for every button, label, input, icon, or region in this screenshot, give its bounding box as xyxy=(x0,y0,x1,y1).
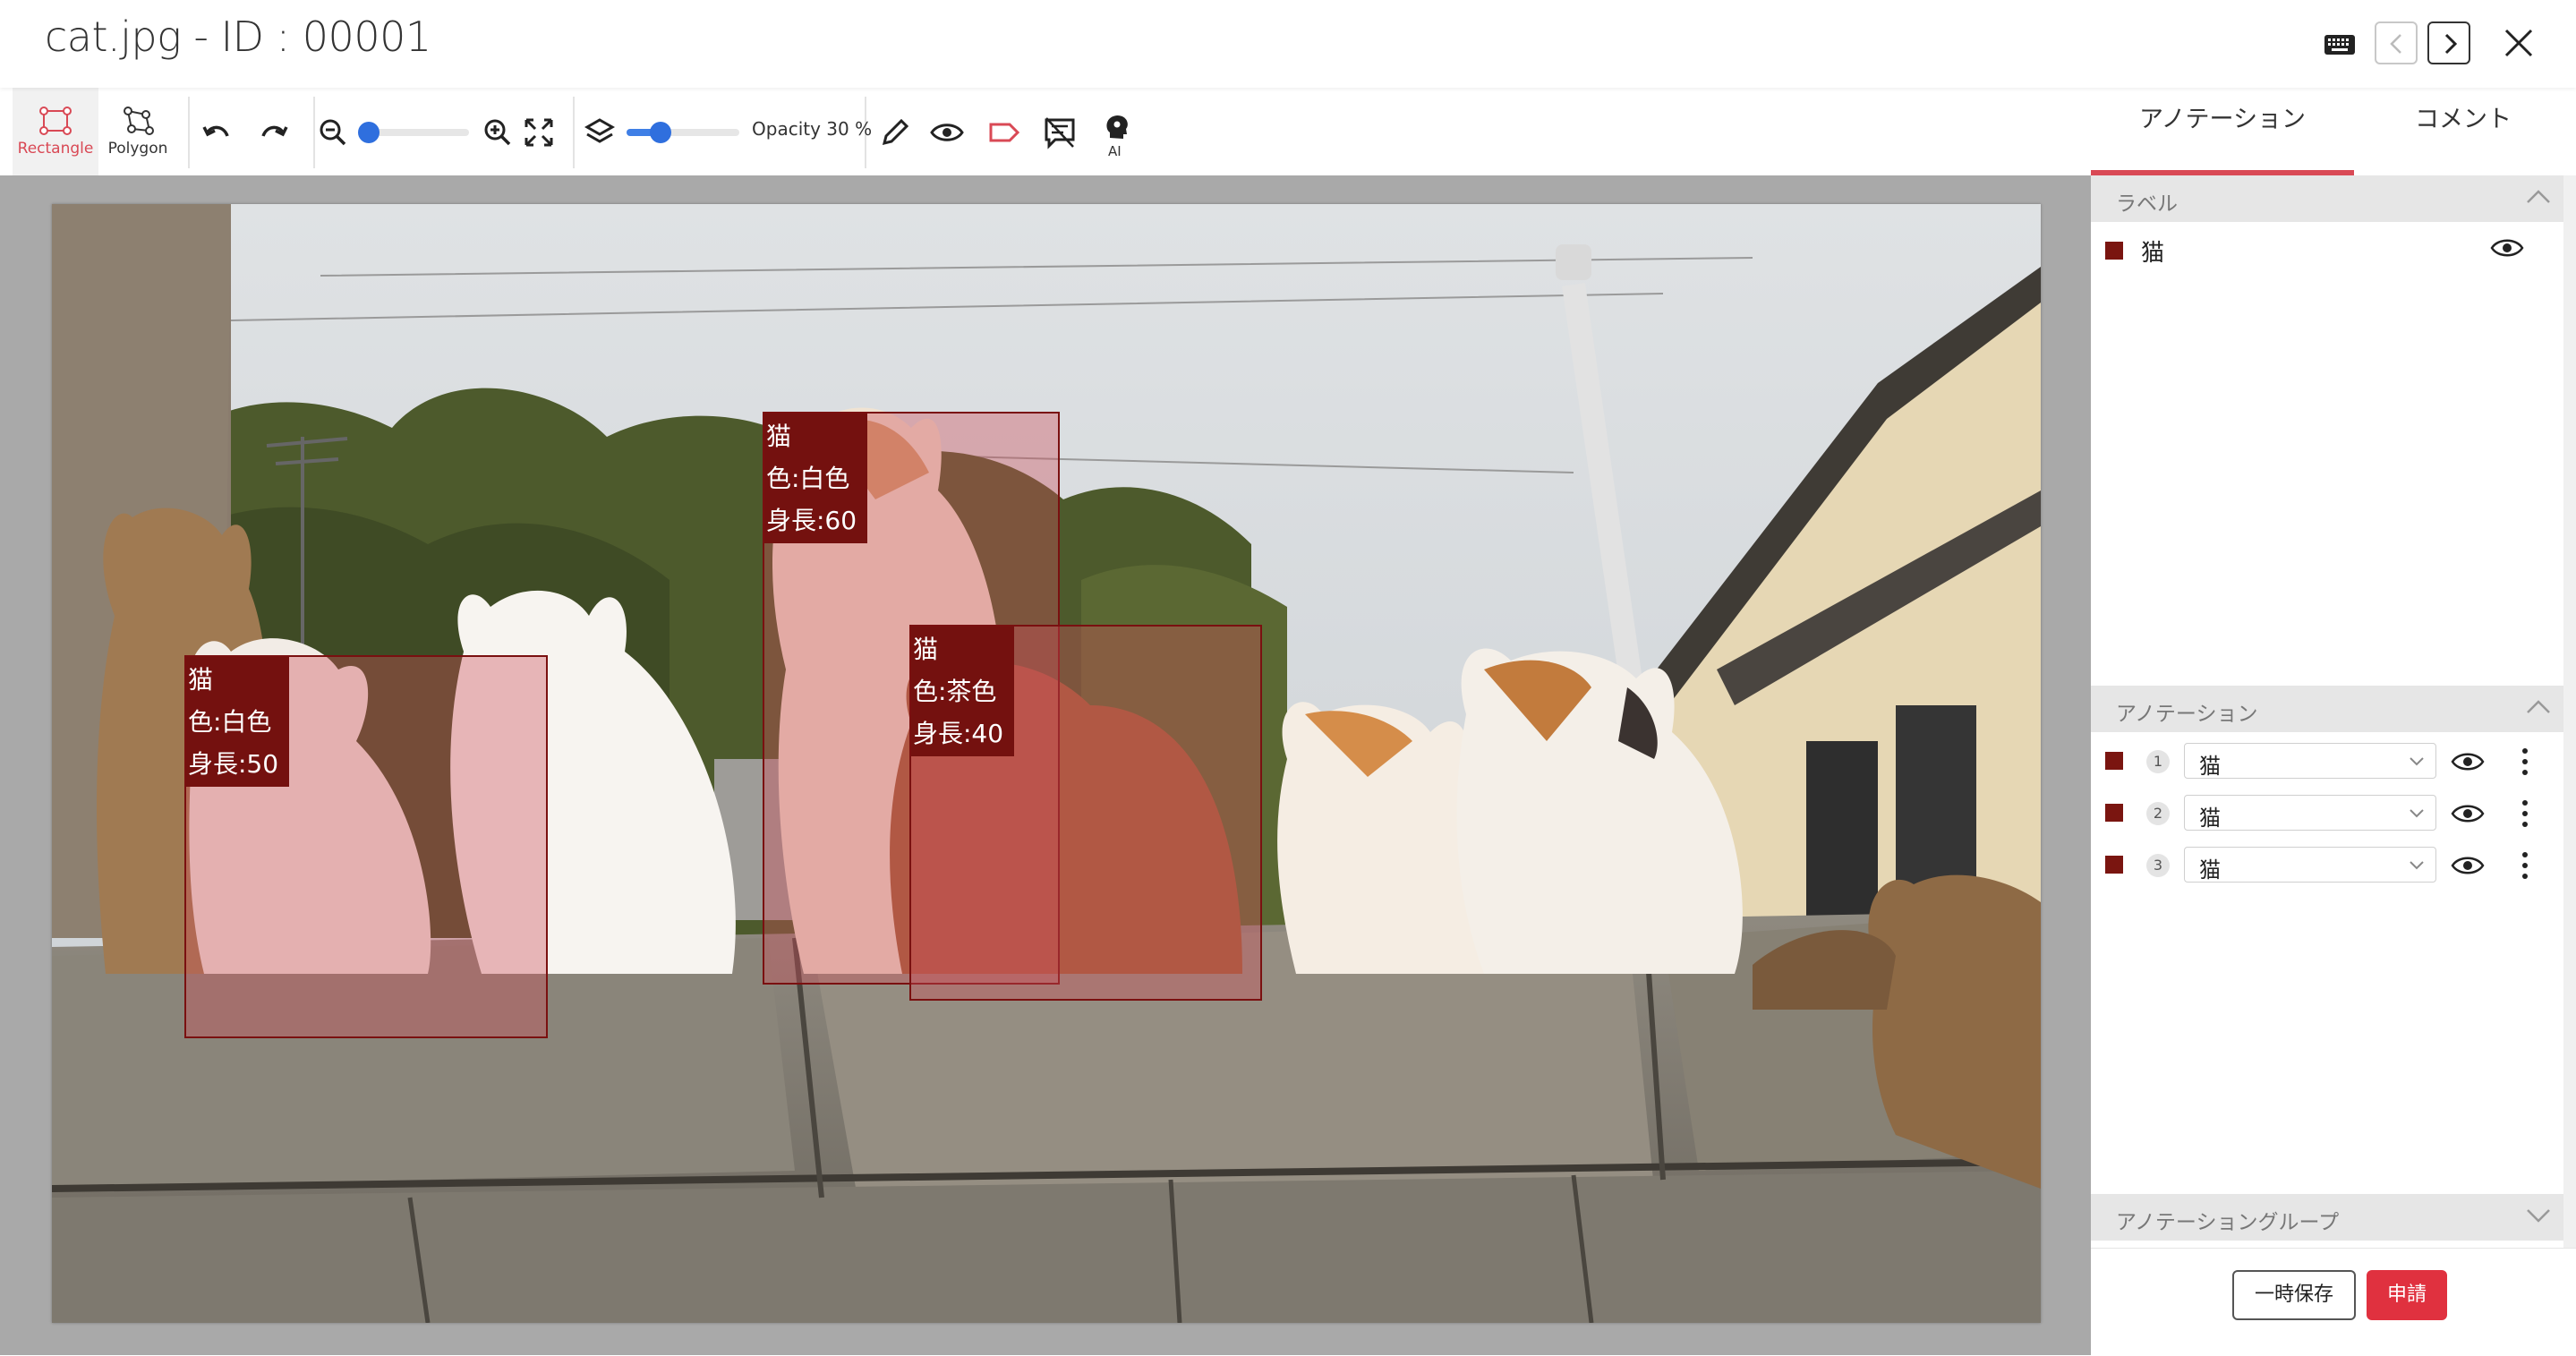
annotation-visibility-eye-icon[interactable] xyxy=(2451,750,2485,773)
annotation-label-select[interactable]: 猫 xyxy=(2184,847,2436,883)
opacity-label: Opacity 30 % xyxy=(752,118,873,140)
annotation-label-select[interactable]: 猫 xyxy=(2184,795,2436,831)
opacity-slider-knob[interactable] xyxy=(649,122,671,143)
tab-comment[interactable]: コメント xyxy=(2354,88,2572,175)
annotation-color-attr: 色:白色 xyxy=(188,707,272,737)
redo-icon[interactable] xyxy=(256,115,292,150)
fit-screen-icon[interactable] xyxy=(521,115,557,150)
more-options-icon[interactable] xyxy=(2521,746,2529,777)
label-tag-icon[interactable] xyxy=(986,115,1022,150)
zoom-slider[interactable] xyxy=(358,122,469,143)
annotation-height-attr: 身長:60 xyxy=(766,506,857,535)
annotation-label-select[interactable]: 猫 xyxy=(2184,743,2436,779)
save-draft-button[interactable]: 一時保存 xyxy=(2232,1270,2356,1320)
close-icon[interactable] xyxy=(2503,27,2535,59)
polygon-tool-label: Polygon xyxy=(107,140,168,158)
keyboard-icon[interactable] xyxy=(2324,34,2356,55)
labels-section-header[interactable]: ラベル xyxy=(2091,175,2563,222)
annotation-visibility-eye-icon[interactable] xyxy=(2451,802,2485,825)
panel-footer: 一時保存 申請 xyxy=(2091,1248,2576,1356)
chevron-right-icon xyxy=(2444,33,2458,55)
annotation-number-badge: 1 xyxy=(2146,750,2170,773)
opacity-slider[interactable] xyxy=(627,122,739,143)
zoom-in-icon[interactable] xyxy=(480,115,516,150)
toolbar-divider xyxy=(573,97,575,168)
pencil-icon[interactable] xyxy=(877,115,913,150)
window-title: cat.jpg - ID : 00001 xyxy=(45,13,431,61)
annotation-label-2: 猫 色:白色 身長:60 xyxy=(764,414,868,543)
chevron-up-icon xyxy=(2527,700,2550,713)
annotation-label-value: 猫 xyxy=(2199,754,2221,779)
hide-comments-icon[interactable] xyxy=(1042,115,1078,150)
chevron-down-icon xyxy=(2410,861,2424,870)
prev-image-button[interactable] xyxy=(2375,21,2418,64)
annotation-row[interactable]: 3 猫 xyxy=(2091,841,2563,891)
annotation-color-swatch xyxy=(2105,804,2123,822)
annotation-groups-section-title: アノテーショングループ xyxy=(2116,1211,2340,1234)
cat-photo[interactable]: 猫 色:白色 身長:50 猫 色:白色 身長:60 猫 色:茶色 身長:40 xyxy=(52,204,2041,1323)
label-visibility-eye-icon[interactable] xyxy=(2490,236,2524,260)
panel-scrollbar[interactable] xyxy=(2563,175,2576,1248)
rectangle-tool-icon xyxy=(39,107,72,135)
annotation-label-value: 猫 xyxy=(2199,806,2221,831)
toolbar-divider xyxy=(188,97,190,168)
more-options-icon[interactable] xyxy=(2521,798,2529,829)
more-options-icon[interactable] xyxy=(2521,850,2529,881)
chevron-left-icon xyxy=(2390,34,2401,54)
annotation-color-attr: 色:茶色 xyxy=(913,677,997,706)
annotation-color-swatch xyxy=(2105,752,2123,770)
annotation-height-attr: 身長:40 xyxy=(913,719,1004,748)
annotation-box-3[interactable]: 猫 色:茶色 身長:40 xyxy=(909,625,1262,1001)
eye-icon[interactable] xyxy=(929,115,965,150)
annotation-class: 猫 xyxy=(188,665,214,695)
annotation-row[interactable]: 2 猫 xyxy=(2091,789,2563,840)
ai-label: AI xyxy=(1108,143,1122,159)
submit-button[interactable]: 申請 xyxy=(2367,1270,2447,1320)
annotation-color-attr: 色:白色 xyxy=(766,464,850,493)
right-panel: アノテーション コメント ラベル 猫 アノテーション 1 猫 2 猫 3 猫 ア… xyxy=(2091,88,2576,1356)
annotation-row[interactable]: 1 猫 xyxy=(2091,738,2563,788)
undo-icon[interactable] xyxy=(199,115,235,150)
tab-annotation[interactable]: アノテーション xyxy=(2091,88,2354,175)
annotation-class: 猫 xyxy=(913,635,939,664)
rectangle-tool-label: Rectangle xyxy=(17,140,94,158)
title-bar: cat.jpg - ID : 00001 xyxy=(0,0,2576,88)
annotation-number-badge: 3 xyxy=(2146,854,2170,877)
annotation-label-3: 猫 色:茶色 身長:40 xyxy=(911,627,1015,756)
labels-section-body: 猫 xyxy=(2091,222,2563,684)
annotation-box-1[interactable]: 猫 色:白色 身長:50 xyxy=(184,655,548,1038)
annotation-label-1: 猫 色:白色 身長:50 xyxy=(186,657,290,787)
annotation-visibility-eye-icon[interactable] xyxy=(2451,854,2485,877)
polygon-tool-icon xyxy=(124,107,154,135)
annotations-section-title: アノテーション xyxy=(2116,703,2258,726)
annotations-section-header[interactable]: アノテーション xyxy=(2091,686,2563,732)
canvas-area[interactable]: 猫 色:白色 身長:50 猫 色:白色 身長:60 猫 色:茶色 身長:40 xyxy=(0,175,2091,1355)
zoom-out-icon[interactable] xyxy=(315,115,351,150)
annotation-groups-section-header[interactable]: アノテーショングループ xyxy=(2091,1194,2563,1241)
annotation-height-attr: 身長:50 xyxy=(188,749,279,779)
toolbar: Rectangle Polygon xyxy=(0,88,2091,176)
label-name: 猫 xyxy=(2141,240,2165,267)
annotation-color-swatch xyxy=(2105,856,2123,874)
annotation-class: 猫 xyxy=(766,422,792,451)
labels-section-title: ラベル xyxy=(2116,192,2178,216)
chevron-down-icon xyxy=(2527,1209,2550,1223)
next-image-button[interactable] xyxy=(2427,21,2470,64)
annotations-section-body: 1 猫 2 猫 3 猫 xyxy=(2091,732,2563,1194)
chevron-down-icon xyxy=(2410,809,2424,818)
layers-icon[interactable] xyxy=(582,115,618,150)
polygon-tool-button[interactable]: Polygon xyxy=(100,88,175,175)
chevron-up-icon xyxy=(2527,190,2550,203)
panel-tabs: アノテーション コメント xyxy=(2091,88,2576,175)
label-color-swatch xyxy=(2105,242,2123,260)
rectangle-tool-button[interactable]: Rectangle xyxy=(13,88,98,175)
ai-head-icon[interactable] xyxy=(1099,111,1135,147)
zoom-slider-knob[interactable] xyxy=(358,122,380,143)
annotation-number-badge: 2 xyxy=(2146,802,2170,825)
annotation-label-value: 猫 xyxy=(2199,857,2221,883)
chevron-down-icon xyxy=(2410,757,2424,766)
